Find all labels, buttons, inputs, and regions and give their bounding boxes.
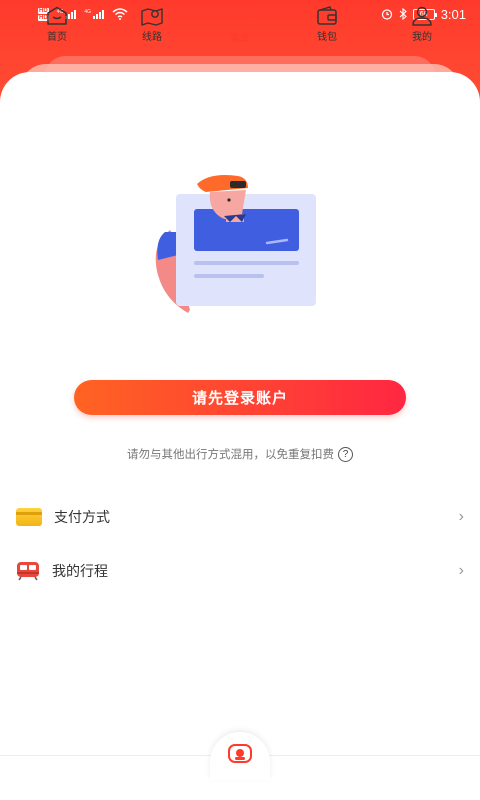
card-icon — [16, 508, 42, 526]
help-symbol: ? — [342, 448, 349, 460]
tab-mine[interactable]: 我的 — [392, 6, 452, 43]
signal-icon-2: 4G — [84, 9, 105, 19]
tab-ride[interactable]: 乘车 — [210, 30, 270, 45]
tab-route-label: 线路 — [142, 32, 162, 43]
wallet-icon — [317, 6, 337, 25]
home-icon — [47, 6, 67, 25]
login-button[interactable]: 请先登录账户 — [74, 380, 406, 415]
tab-ride-label: 乘车 — [230, 34, 250, 45]
chevron-right-icon: › — [458, 508, 464, 525]
map-icon — [141, 8, 163, 26]
ride-icon[interactable] — [227, 742, 253, 766]
tab-home[interactable]: 首页 — [27, 6, 87, 43]
tab-mine-label: 我的 — [412, 32, 432, 43]
tab-wallet-label: 钱包 — [317, 32, 337, 43]
tab-wallet[interactable]: 钱包 — [297, 6, 357, 43]
help-icon[interactable]: ? — [338, 446, 353, 462]
chevron-right-icon: › — [458, 562, 464, 579]
login-illustration — [155, 175, 316, 313]
tab-route[interactable]: 线路 — [122, 6, 182, 43]
menu-item-payment-method[interactable]: 支付方式 › — [0, 492, 480, 542]
train-icon — [17, 562, 39, 581]
menu-item-my-trips[interactable]: 我的行程 › — [0, 546, 480, 596]
menu-item-label: 我的行程 — [52, 563, 108, 579]
tab-home-label: 首页 — [47, 32, 67, 43]
notice-text: 请勿与其他出行方式混用，以免重复扣费 — [127, 449, 334, 461]
user-icon — [412, 6, 432, 26]
menu-item-label: 支付方式 — [54, 509, 110, 525]
alarm-icon — [381, 9, 392, 20]
notice: 请勿与其他出行方式混用，以免重复扣费 ? — [0, 446, 480, 462]
login-button-label: 请先登录账户 — [191, 390, 288, 407]
